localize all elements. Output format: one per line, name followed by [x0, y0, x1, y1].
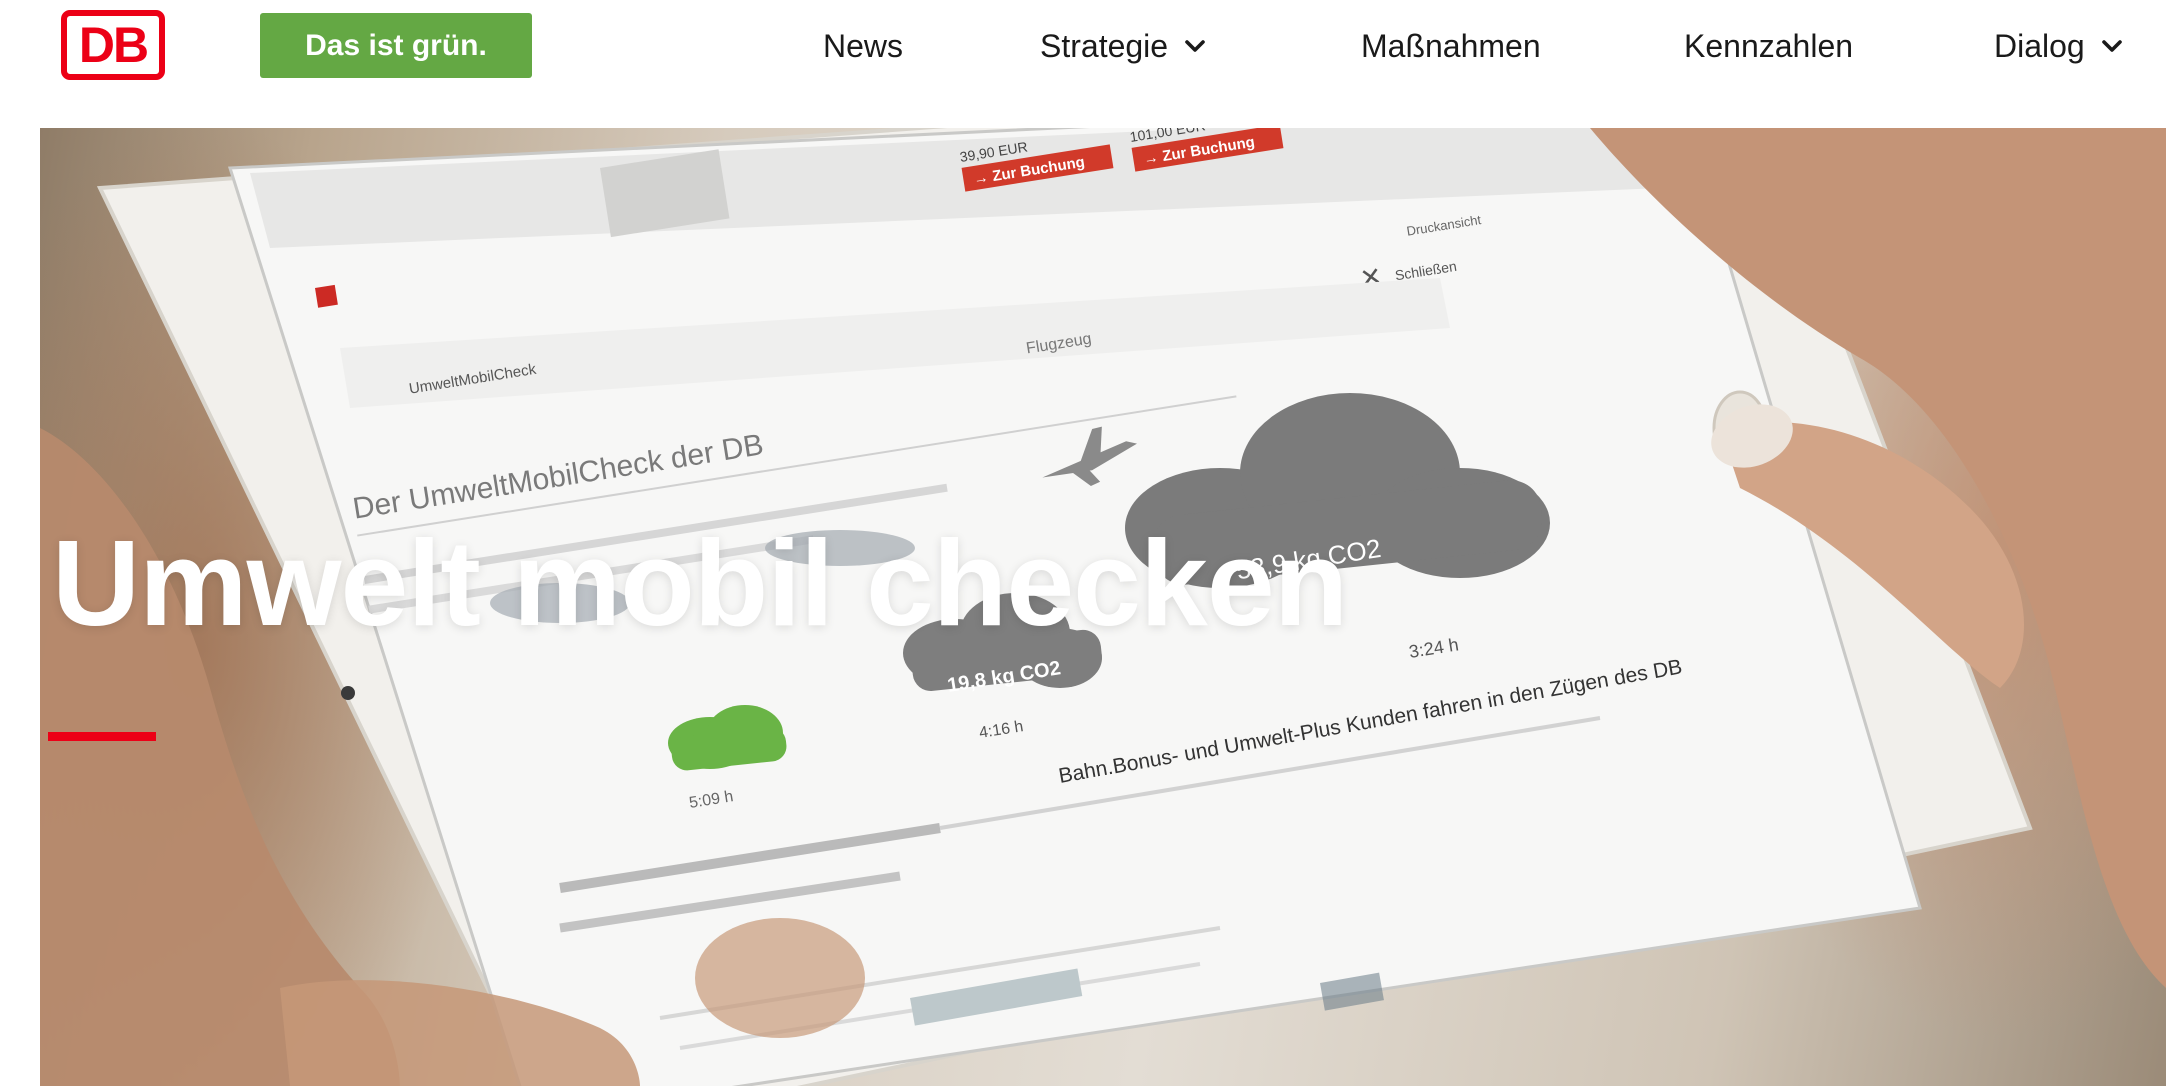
db-logo[interactable]: DB	[61, 10, 165, 80]
chevron-down-icon	[2099, 33, 2125, 59]
chevron-down-icon	[1182, 33, 1208, 59]
nav-item-label: Kennzahlen	[1684, 27, 1854, 64]
nav-item-label: Maßnahmen	[1361, 27, 1541, 64]
page: DB Das ist grün. News Strategie Maßnahme…	[0, 0, 2166, 1086]
hero-banner: → Zur Buchung 39,90 EUR → Zur Buchung 10…	[40, 128, 2166, 1086]
nav-item-massnahmen[interactable]: Maßnahmen	[1361, 22, 1541, 70]
nav-item-dialog[interactable]: Dialog	[1994, 22, 2125, 70]
das-ist-gruen-badge[interactable]: Das ist grün.	[260, 13, 532, 78]
hero-title: Umwelt mobil checken	[52, 515, 1348, 651]
hero-accent-bar	[48, 732, 156, 741]
site-header: DB Das ist grün. News Strategie Maßnahme…	[0, 0, 2166, 128]
nav-item-label: Strategie	[1040, 27, 1169, 64]
nav-item-strategie[interactable]: Strategie	[1040, 22, 1208, 70]
nav-item-label: News	[823, 27, 904, 64]
nav-item-kennzahlen[interactable]: Kennzahlen	[1684, 22, 1853, 70]
nav-item-news[interactable]: News	[823, 22, 903, 70]
nav-item-label: Dialog	[1994, 27, 2085, 64]
